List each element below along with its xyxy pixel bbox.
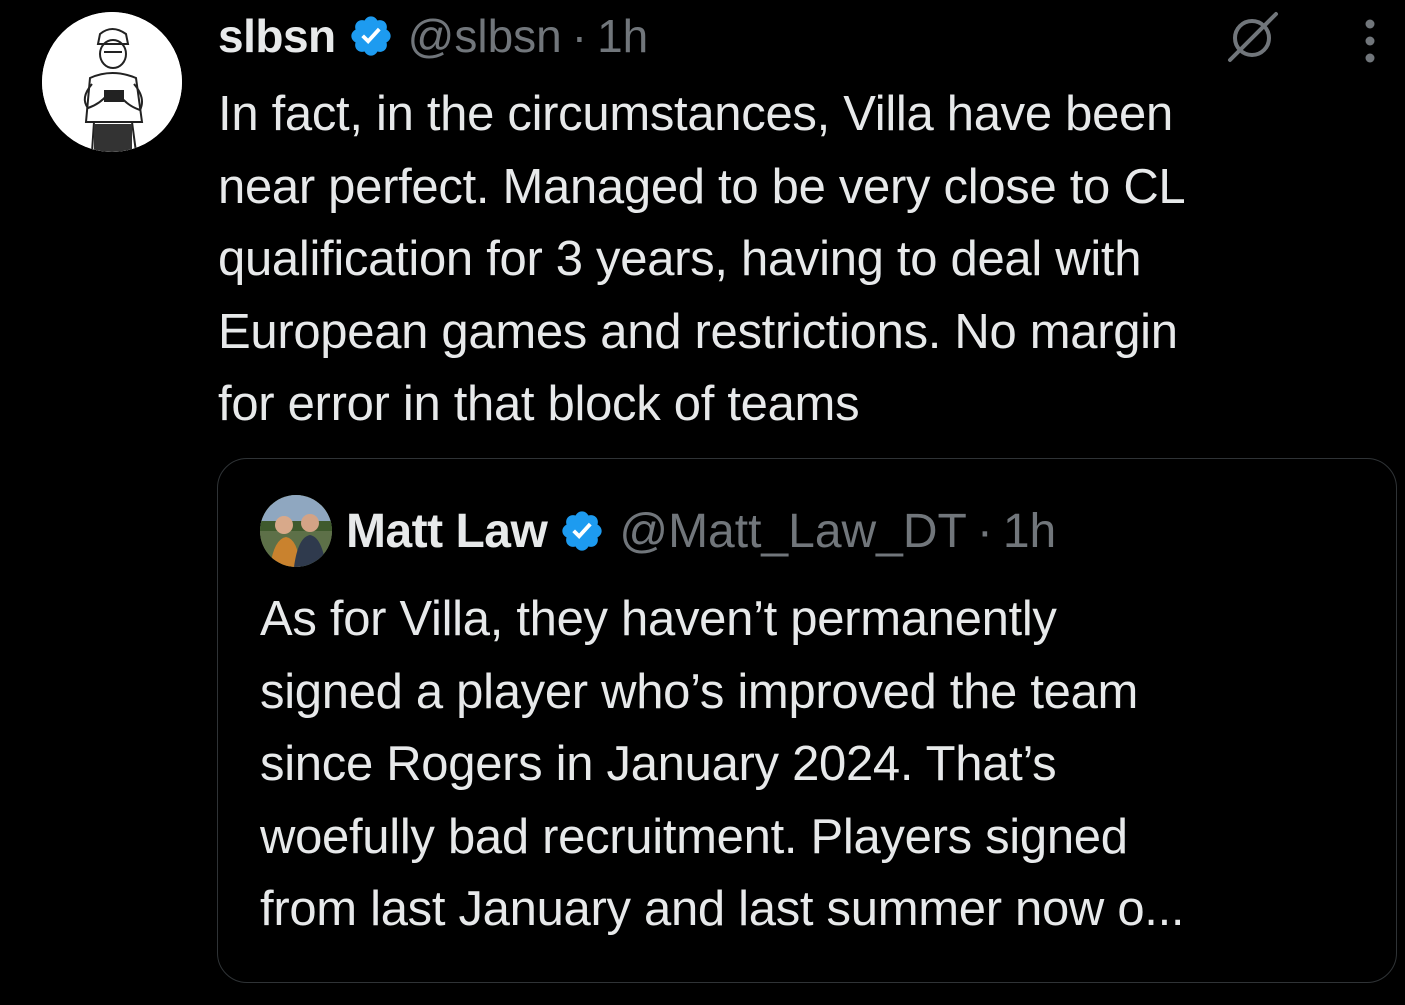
author-avatar[interactable]	[42, 12, 182, 152]
author-handle[interactable]: @slbsn	[408, 9, 562, 63]
verified-badge-icon[interactable]	[559, 508, 605, 554]
quoted-tweet-text: As for Villa, they haven’t permanently s…	[260, 592, 1185, 936]
avatar-sketch-icon	[42, 12, 182, 152]
quoted-author-handle[interactable]: @Matt_Law_DT	[619, 504, 967, 559]
quoted-author-display-name[interactable]: Matt Law	[346, 504, 548, 559]
more-options-icon[interactable]	[1350, 8, 1390, 66]
grok-icon[interactable]	[1224, 8, 1282, 66]
quoted-tweet-header: Matt Law @Matt_Law_DT · 1h	[346, 499, 1056, 563]
separator-dot: ·	[976, 504, 993, 558]
verified-badge-icon[interactable]	[348, 13, 394, 59]
avatar-photo-icon	[260, 495, 332, 567]
author-display-name[interactable]: slbsn	[218, 9, 336, 63]
tweet-text: In fact, in the circumstances, Villa hav…	[218, 87, 1186, 431]
tweet[interactable]: slbsn @slbsn · 1h In fact, in the circum…	[0, 0, 1405, 1005]
tweet-header: slbsn @slbsn · 1h	[218, 4, 648, 68]
tweet-timestamp[interactable]: 1h	[597, 9, 648, 63]
quoted-tweet-timestamp[interactable]: 1h	[1003, 504, 1056, 559]
quoted-tweet-card[interactable]: Matt Law @Matt_Law_DT · 1h As for Villa,…	[217, 458, 1397, 983]
quoted-author-avatar[interactable]	[260, 495, 332, 567]
separator-dot: ·	[571, 10, 588, 62]
